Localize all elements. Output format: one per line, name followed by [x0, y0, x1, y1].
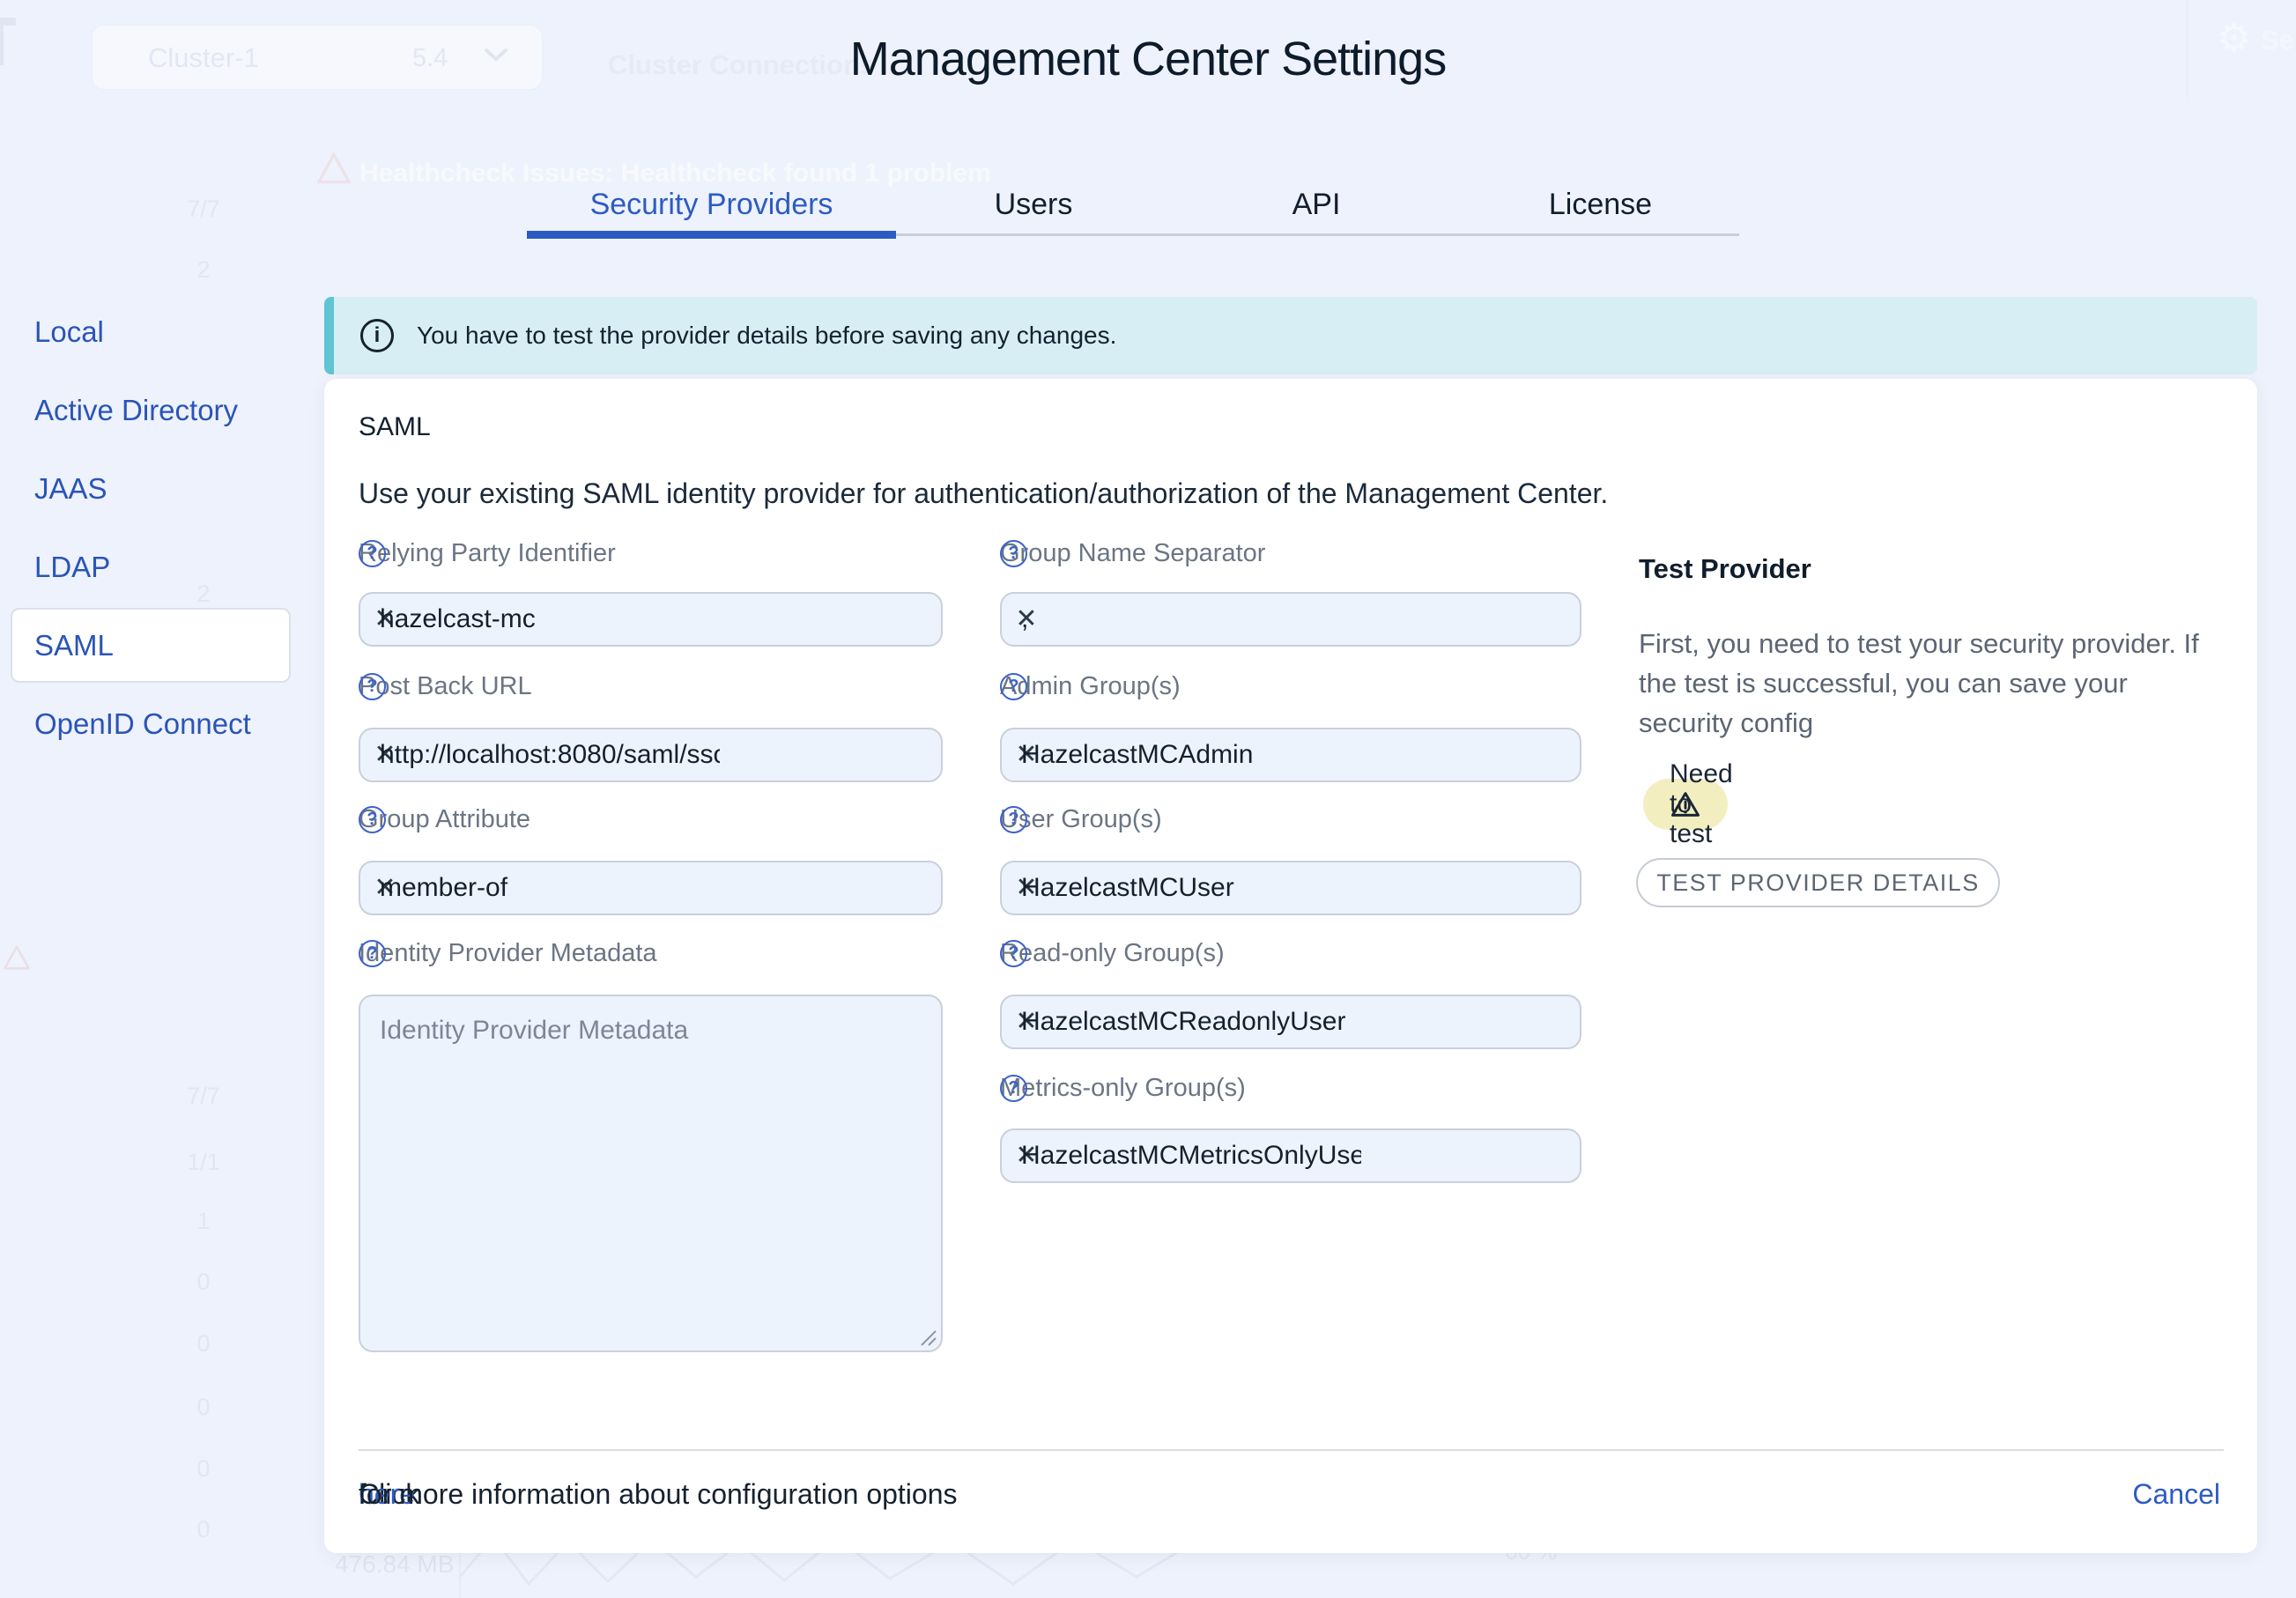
idp-metadata-textarea[interactable]: [360, 996, 941, 1350]
status-badge: Need to test: [1643, 779, 1728, 830]
sidebar-item-jaas[interactable]: JAAS: [11, 449, 291, 528]
post-back-url-field: ✕: [359, 728, 943, 782]
group-name-separator-input[interactable]: [1002, 594, 1370, 645]
help-icon[interactable]: ?: [1000, 1075, 1027, 1102]
test-provider-description: First, you need to test your security pr…: [1639, 624, 2211, 743]
cancel-button[interactable]: Cancel: [2132, 1478, 2220, 1511]
nav-badge-ghost: 1/1: [173, 1149, 234, 1176]
warning-icon: [2, 944, 32, 971]
tab-api[interactable]: API: [1171, 179, 1462, 233]
nav-badge-ghost: 7/7: [173, 196, 234, 223]
group-name-separator-field: ✕: [1000, 592, 1581, 647]
nav-badge-ghost: 0: [173, 1394, 234, 1421]
group-attribute-input[interactable]: [360, 862, 729, 914]
nav-badge-ghost: 0: [173, 1269, 234, 1296]
security-providers-sidebar: Local Active Directory JAAS LDAP SAML Op…: [11, 292, 291, 763]
test-provider-details-button[interactable]: TEST PROVIDER DETAILS: [1636, 858, 2000, 907]
relying-party-field: ✕: [359, 592, 943, 647]
test-provider-heading: Test Provider: [1639, 553, 1811, 585]
sidebar-item-ldap[interactable]: LDAP: [11, 528, 291, 606]
group-attribute-field: ✕: [359, 861, 943, 915]
readonly-groups-input[interactable]: [1002, 996, 1370, 1047]
banner-accent-stripe: [324, 297, 334, 374]
help-icon[interactable]: ?: [1000, 806, 1027, 833]
status-badge-label: Need to test: [1670, 759, 1733, 849]
user-groups-input[interactable]: [1002, 862, 1370, 914]
metrics-groups-field: ✕: [1000, 1128, 1581, 1183]
section-heading: SAML: [359, 412, 431, 442]
help-icon[interactable]: ?: [359, 806, 386, 833]
settings-tabs: Security Providers Users API License: [527, 179, 1739, 236]
idp-metadata-field: [359, 995, 943, 1352]
section-description: Use your existing SAML identity provider…: [359, 477, 1608, 510]
sidebar-item-openid-connect[interactable]: OpenID Connect: [11, 684, 291, 763]
readonly-groups-field: ✕: [1000, 995, 1581, 1049]
admin-groups-input[interactable]: [1002, 729, 1370, 781]
help-icon[interactable]: ?: [1000, 940, 1027, 967]
footer-divider: [359, 1449, 2224, 1451]
admin-groups-field: ✕: [1000, 728, 1581, 782]
resize-handle[interactable]: [918, 1328, 937, 1347]
nav-badge-ghost: 0: [173, 1330, 234, 1358]
info-banner: i You have to test the provider details …: [324, 297, 2257, 374]
warning-icon: [315, 152, 352, 185]
nav-badge-ghost: 0: [173, 1455, 234, 1483]
help-icon[interactable]: ?: [359, 540, 386, 567]
info-icon: i: [360, 319, 394, 352]
nav-badge-ghost: 7/7: [173, 1083, 234, 1110]
logo-fragment: [0, 18, 16, 26]
metrics-groups-input[interactable]: [1002, 1130, 1370, 1181]
sidebar-item-active-directory[interactable]: Active Directory: [11, 371, 291, 449]
help-icon[interactable]: ?: [1000, 673, 1027, 700]
memory-value-ghost: 476.84 MB: [335, 1550, 454, 1579]
tab-license[interactable]: License: [1462, 179, 1739, 233]
help-icon[interactable]: ?: [359, 940, 386, 967]
management-center-settings-screen: Cluster-1 5.4 Cluster Connections Health…: [0, 0, 2296, 1598]
user-groups-field: ✕: [1000, 861, 1581, 915]
help-icon[interactable]: ?: [359, 673, 386, 700]
tab-security-providers[interactable]: Security Providers: [527, 179, 896, 233]
sidebar-item-local[interactable]: Local: [11, 292, 291, 371]
tab-users[interactable]: Users: [896, 179, 1171, 233]
sidebar-item-saml[interactable]: SAML: [11, 608, 291, 683]
relying-party-input[interactable]: [360, 594, 729, 645]
banner-text: You have to test the provider details be…: [417, 322, 1116, 350]
nav-badge-ghost: 0: [173, 1516, 234, 1543]
nav-badge-ghost: 2: [173, 256, 234, 284]
page-title: Management Center Settings: [0, 32, 2296, 86]
saml-settings-card: SAML Use your existing SAML identity pro…: [324, 379, 2257, 1553]
help-icon[interactable]: ?: [1000, 540, 1027, 567]
nav-badge-ghost: 1: [173, 1208, 234, 1235]
post-back-url-input[interactable]: [360, 729, 729, 781]
